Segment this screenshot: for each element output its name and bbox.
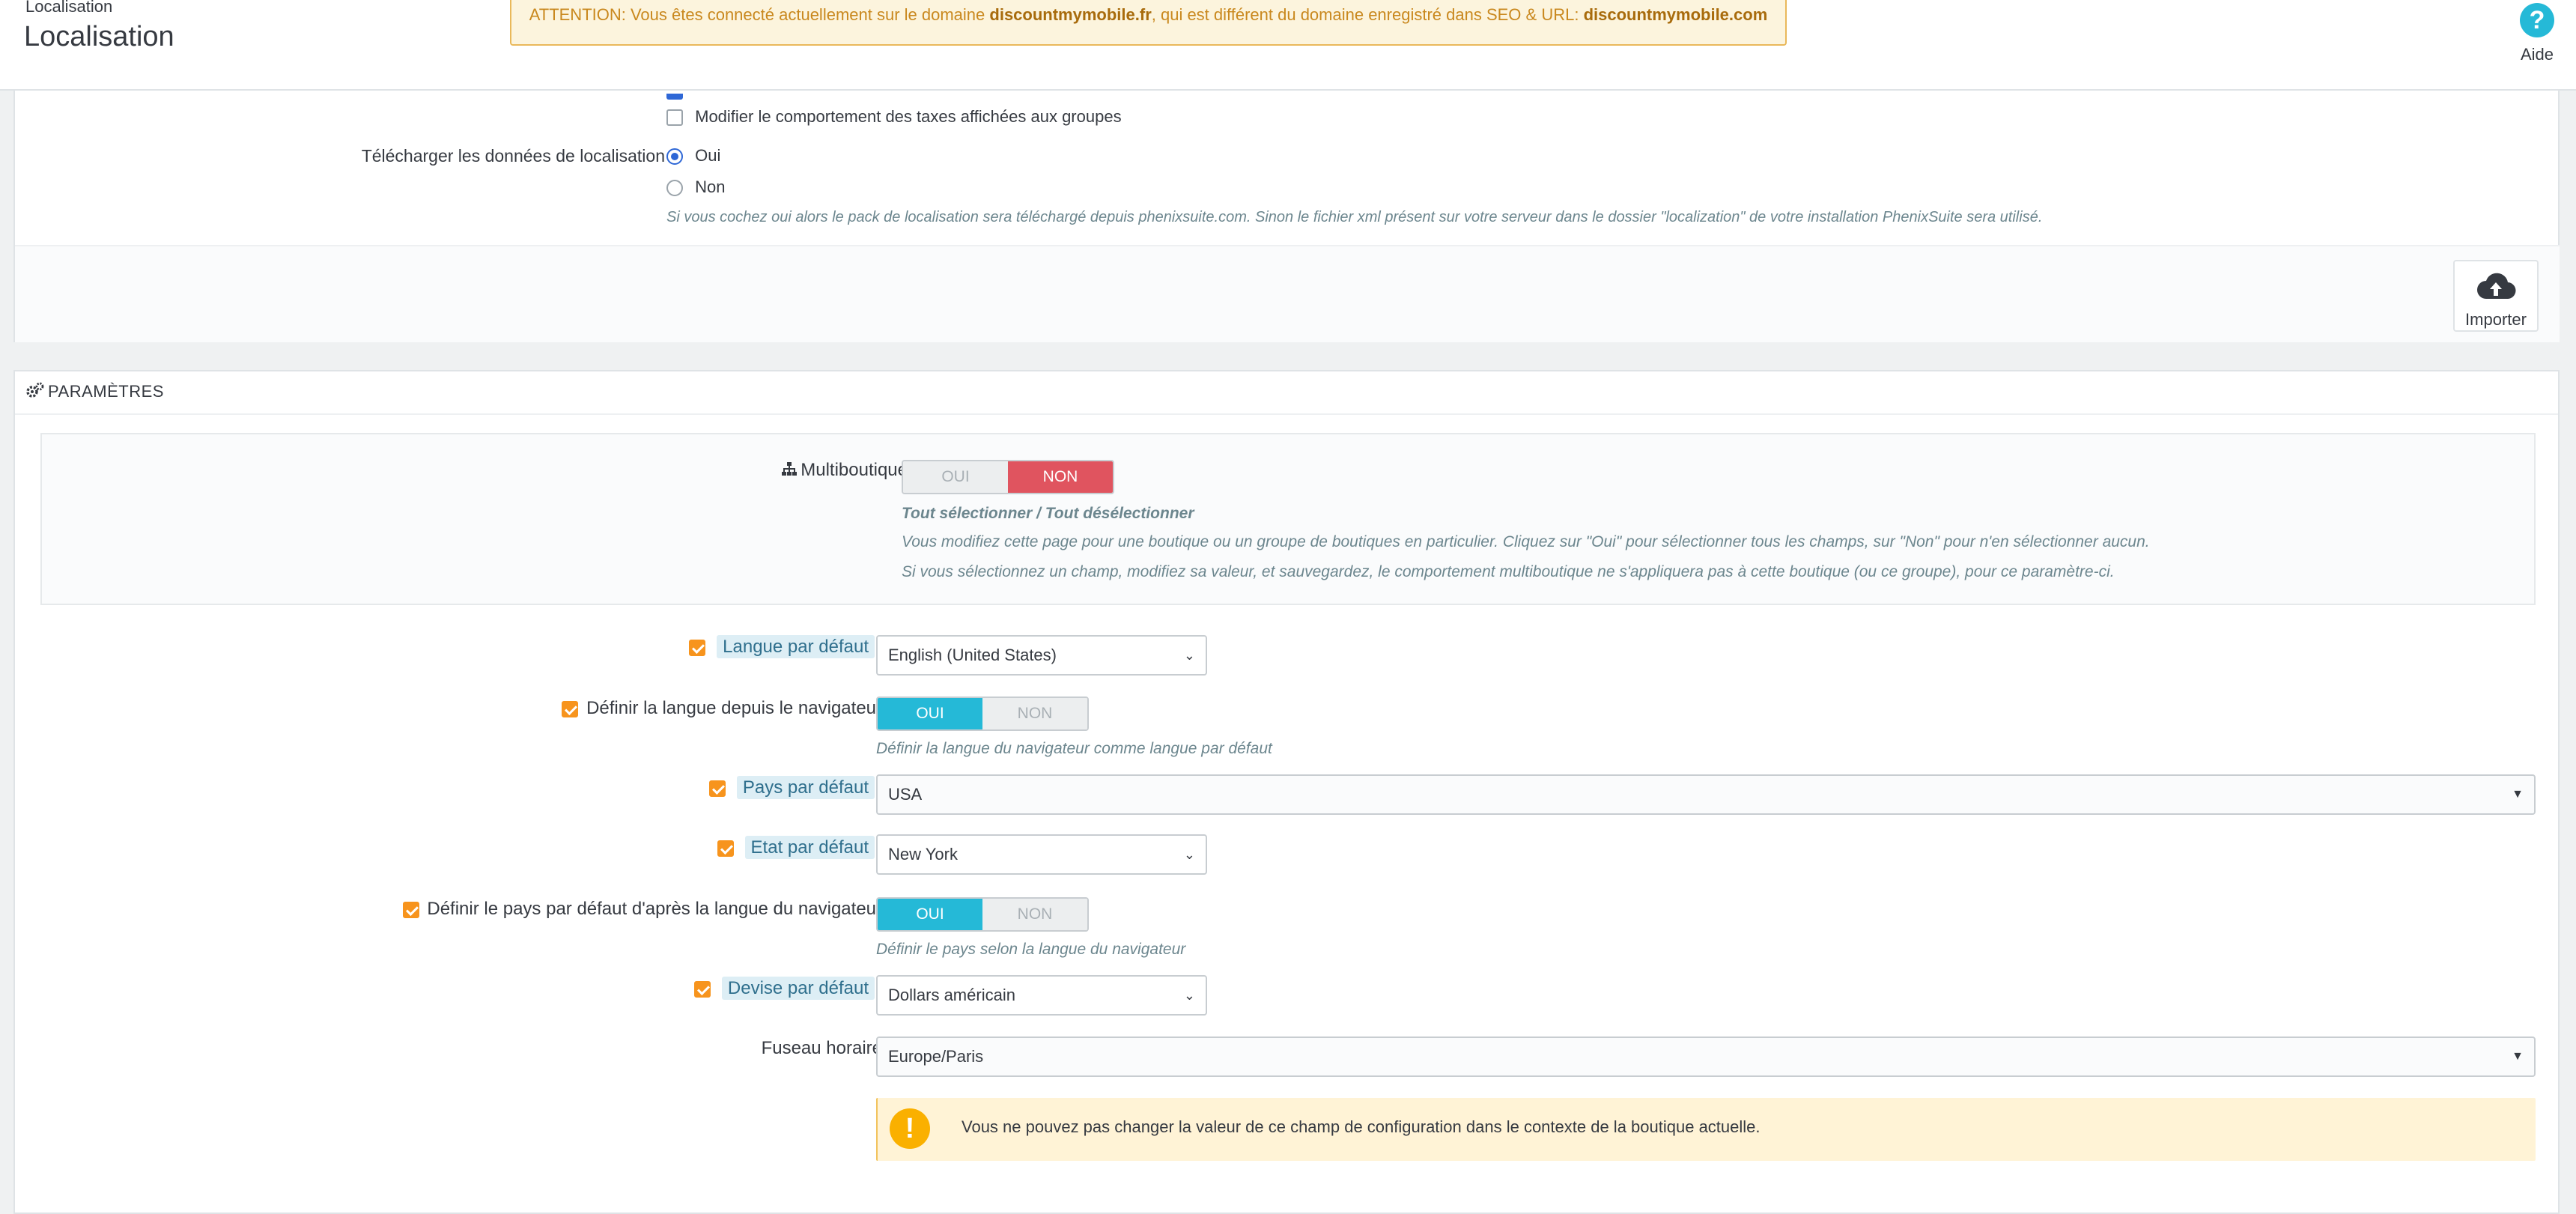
default-country-select[interactable]: USA ▼ (876, 774, 2536, 815)
default-language-select[interactable]: English (United States) ⌄ (876, 635, 1207, 676)
multishop-box: Multiboutique OUI NON Tout sélectionner … (40, 433, 2536, 605)
default-currency-value: Dollars américain (888, 986, 1015, 1004)
warning-domain-registered: discountmymobile.com (1583, 5, 1768, 24)
country-from-browser-help: Définir le pays selon la langue du navig… (876, 941, 1186, 958)
timezone-label: Fuseau horaire (761, 1038, 882, 1058)
multishop-label-wrap: Multiboutique (781, 460, 908, 482)
question-circle-icon: ? (2520, 3, 2554, 37)
default-country-checkbox[interactable] (709, 780, 726, 797)
help-button[interactable]: ? Aide (2513, 3, 2561, 64)
default-currency-checkbox[interactable] (694, 980, 711, 998)
browser-language-oui-option[interactable]: OUI (878, 698, 982, 729)
default-language-checkbox[interactable] (689, 639, 706, 656)
radio-oui-label: Oui (695, 146, 721, 165)
download-yes-radio[interactable] (666, 148, 683, 166)
radio-oui-row[interactable]: Oui (666, 146, 720, 166)
country-from-browser-switch[interactable]: OUI NON (876, 897, 1089, 932)
clipped-checkbox-row (666, 86, 683, 106)
default-currency-select[interactable]: Dollars américain ⌄ (876, 975, 1207, 1016)
multishop-switch[interactable]: OUI NON (902, 460, 1114, 494)
exclamation-circle-icon: ! (890, 1108, 930, 1149)
select-all-link[interactable]: Tout sélectionner / Tout désélectionner (902, 505, 1194, 523)
chevron-down-icon: ⌄ (1183, 648, 1195, 663)
radio-non-row[interactable]: Non (666, 177, 725, 197)
browser-language-switch[interactable]: OUI NON (876, 696, 1089, 731)
default-country-value: USA (888, 785, 923, 804)
page-header: Localisation Localisation ATTENTION: Vou… (0, 0, 2576, 91)
browser-language-label-wrap: Définir la langue depuis le navigateur (562, 698, 882, 719)
import-localization-panel: Modifier le comportement des taxes affic… (13, 91, 2560, 342)
chevron-down-icon: ⌄ (1183, 847, 1195, 862)
clipped-checkbox[interactable] (666, 94, 683, 100)
browser-language-checkbox[interactable] (562, 700, 579, 717)
multishop-oui-option[interactable]: OUI (903, 461, 1008, 493)
multishop-help-2: Si vous sélectionnez un champ, modifiez … (902, 563, 2115, 580)
download-help-text: Si vous cochez oui alors le pack de loca… (666, 209, 2043, 225)
timezone-select[interactable]: Europe/Paris ▼ (876, 1037, 2536, 1077)
default-state-select[interactable]: New York ⌄ (876, 834, 1207, 875)
radio-non-label: Non (695, 177, 726, 196)
country-from-browser-label-wrap: Définir le pays par défaut d'après la la… (402, 899, 882, 920)
parameters-panel: PARAMÈTRES Multiboutique OUI NON Tout sé… (13, 370, 2560, 1214)
gears-icon (25, 382, 45, 403)
default-language-label-wrap: Langue par défaut (689, 635, 875, 658)
taxes-behaviour-checkbox[interactable] (666, 109, 683, 127)
parameters-heading: PARAMÈTRES (25, 382, 164, 403)
country-from-browser-oui-option[interactable]: OUI (878, 899, 982, 930)
default-state-value: New York (888, 845, 958, 864)
browser-language-label: Définir la langue depuis le navigateur (586, 698, 882, 718)
breadcrumb[interactable]: Localisation (25, 0, 112, 16)
taxes-behaviour-row: Modifier le comportement des taxes affic… (666, 107, 1122, 127)
multishop-help-1: Vous modifiez cette page pour une boutiq… (902, 533, 2150, 550)
panel-footer: Importer (15, 245, 2560, 342)
browser-language-non-option[interactable]: NON (982, 698, 1087, 729)
taxes-behaviour-label: Modifier le comportement des taxes affic… (695, 107, 1122, 126)
caret-down-icon: ▼ (2512, 1050, 2524, 1063)
default-state-label-wrap: Etat par défaut (717, 836, 875, 859)
multishop-non-option[interactable]: NON (1008, 461, 1113, 493)
default-state-label: Etat par défaut (744, 836, 875, 859)
alert-text: Vous ne pouvez pas changer la valeur de … (962, 1117, 1761, 1136)
default-language-value: English (United States) (888, 646, 1057, 664)
default-currency-label: Devise par défaut (721, 977, 875, 1000)
timezone-value: Europe/Paris (888, 1047, 984, 1066)
sitemap-icon (781, 461, 798, 482)
multishop-label: Multiboutique (801, 460, 908, 480)
heading-divider (15, 413, 2558, 415)
context-warning-alert: ! Vous ne pouvez pas changer la valeur d… (876, 1098, 2536, 1161)
page-title: Localisation (24, 21, 174, 52)
help-label: Aide (2520, 45, 2554, 64)
default-country-label: Pays par défaut (736, 776, 875, 799)
import-button-label: Importer (2465, 310, 2527, 329)
domain-warning-banner: ATTENTION: Vous êtes connecté actuelleme… (510, 0, 1787, 46)
default-country-label-wrap: Pays par défaut (709, 776, 875, 799)
warning-domain-current: discountmymobile.fr (989, 5, 1152, 24)
country-from-browser-label: Définir le pays par défaut d'après la la… (427, 899, 882, 919)
browser-language-help: Définir la langue du navigateur comme la… (876, 740, 1272, 757)
parameters-heading-text: PARAMÈTRES (48, 382, 164, 401)
import-button[interactable]: Importer (2453, 260, 2539, 332)
warning-middle: , qui est différent du domaine enregistr… (1151, 5, 1584, 24)
country-from-browser-checkbox[interactable] (402, 901, 419, 918)
download-no-radio[interactable] (666, 180, 683, 197)
caret-down-icon: ▼ (2512, 788, 2524, 801)
download-data-label: Télécharger les données de localisation (361, 146, 665, 166)
default-currency-label-wrap: Devise par défaut (694, 977, 875, 1000)
warning-prefix: ATTENTION: Vous êtes connecté actuelleme… (529, 5, 990, 24)
default-state-checkbox[interactable] (717, 840, 734, 857)
chevron-down-icon: ⌄ (1183, 988, 1195, 1003)
cloud-upload-icon (2455, 272, 2537, 306)
country-from-browser-non-option[interactable]: NON (982, 899, 1087, 930)
default-language-label: Langue par défaut (717, 635, 875, 658)
